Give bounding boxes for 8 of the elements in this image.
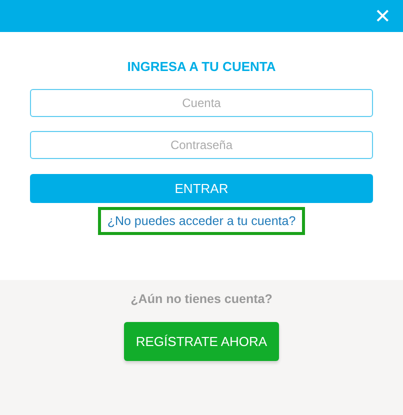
register-prompt: ¿Aún no tienes cuenta? [130, 292, 272, 306]
login-title: INGRESA A TU CUENTA [127, 59, 276, 74]
account-field[interactable]: Cuenta [30, 89, 373, 117]
forgot-account-link[interactable]: ¿No puedes acceder a tu cuenta? [98, 207, 305, 235]
register-button[interactable]: REGÍSTRATE AHORA [124, 322, 279, 361]
password-field[interactable]: Contraseña [30, 131, 373, 159]
close-button[interactable]: ✕ [370, 4, 395, 28]
login-button[interactable]: ENTRAR [30, 174, 373, 203]
